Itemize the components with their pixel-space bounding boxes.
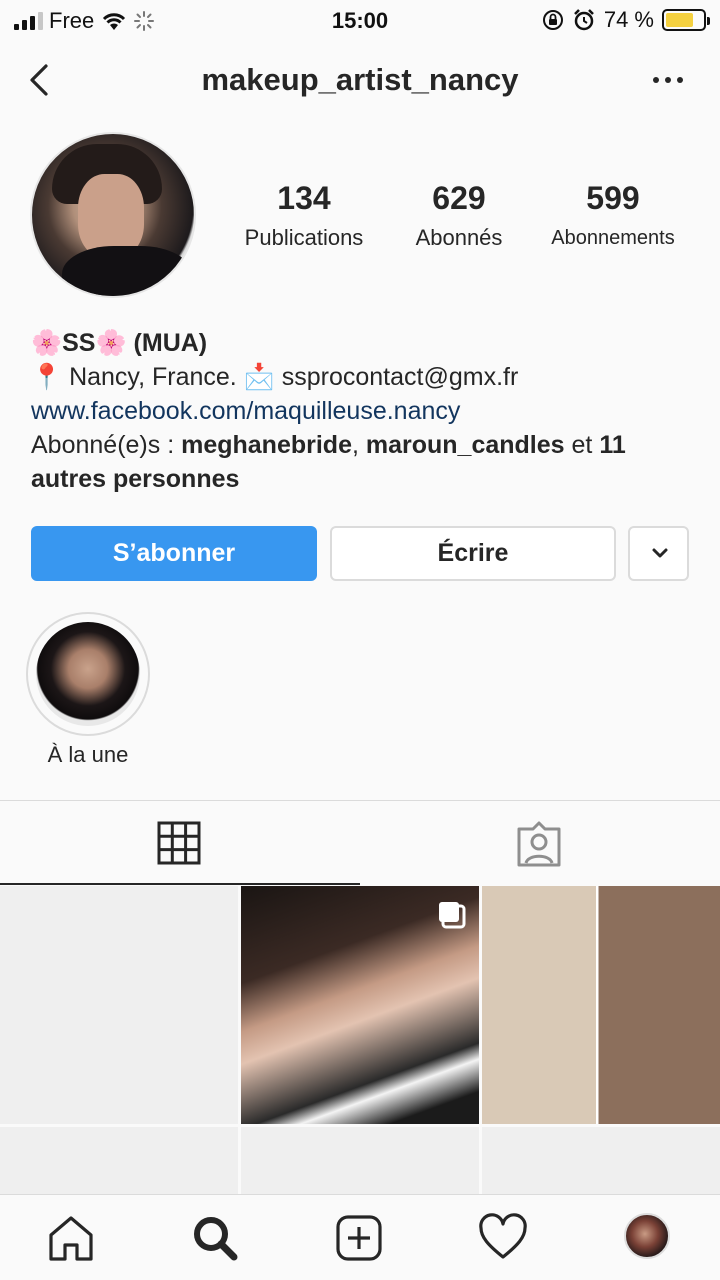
- followed-by-user: meghanebride: [181, 431, 352, 459]
- stat-label: Publications: [244, 225, 364, 250]
- nav-activity[interactable]: [478, 1213, 528, 1263]
- profile-header: makeup_artist_nancy: [0, 50, 720, 114]
- stat-following[interactable]: 599 Abonnements: [538, 180, 688, 250]
- alarm-icon: [573, 9, 594, 31]
- followed-by-separator: ,: [351, 431, 366, 459]
- heart-icon: [479, 1213, 527, 1259]
- new-post-icon: [336, 1215, 382, 1261]
- highlight-cover: [36, 622, 140, 726]
- battery-percent: 74 %: [603, 7, 654, 32]
- profile-bio: 🌸SS🌸 (MUA) 📍 Nancy, France. 📩 ssproconta…: [31, 326, 691, 496]
- stat-value: 134: [277, 180, 331, 216]
- grid-icon: [157, 821, 201, 865]
- followed-by-user: maroun_candles: [365, 431, 565, 459]
- stat-followers[interactable]: 629 Abonnés: [392, 180, 526, 251]
- followed-by-and: et: [564, 431, 600, 459]
- battery-fill: [666, 13, 693, 27]
- more-options-button[interactable]: [648, 62, 688, 98]
- stat-value: 629: [432, 180, 486, 216]
- suggestions-dropdown-button[interactable]: [628, 526, 689, 581]
- bio-location-line: 📍 Nancy, France. 📩 ssprocontact@gmx.fr: [31, 363, 519, 391]
- nav-search[interactable]: [190, 1213, 240, 1263]
- story-highlight[interactable]: [26, 612, 150, 736]
- search-icon: [194, 1217, 238, 1261]
- profile-display-name: 🌸SS🌸 (MUA): [31, 329, 208, 357]
- profile-username: makeup_artist_nancy: [201, 62, 519, 97]
- follow-button[interactable]: S’abonner: [31, 526, 317, 581]
- carousel-icon: [439, 902, 466, 929]
- message-button[interactable]: Écrire: [330, 526, 616, 581]
- post-thumbnail[interactable]: [482, 886, 720, 1124]
- nav-home[interactable]: [46, 1213, 96, 1263]
- post-thumbnail[interactable]: [0, 886, 238, 1124]
- nav-new-post[interactable]: [334, 1213, 384, 1263]
- followed-by-prefix: Abonné(e)s :: [31, 431, 182, 459]
- stat-value: 599: [586, 180, 640, 216]
- bottom-navigation: [0, 1194, 720, 1280]
- post-thumbnail[interactable]: [0, 1127, 238, 1194]
- post-thumbnail[interactable]: [241, 886, 479, 1124]
- bio-website-link[interactable]: www.facebook.com/maquilleuse.nancy: [31, 394, 691, 428]
- more-dots-icon: [653, 77, 683, 83]
- followed-by-line[interactable]: Abonné(e)s : meghanebride, maroun_candle…: [31, 428, 691, 496]
- battery-icon: [662, 9, 710, 31]
- stat-label: Abonnés: [415, 225, 503, 250]
- profile-tabs: [0, 800, 720, 886]
- home-icon: [49, 1216, 93, 1261]
- status-bar: Free 15:00 74 %: [0, 0, 720, 40]
- profile-stats: 134 Publications 629 Abonnés 599 Abonnem…: [226, 180, 696, 260]
- orientation-lock-icon: [542, 10, 563, 30]
- tab-grid[interactable]: [0, 801, 360, 885]
- post-thumbnail[interactable]: [482, 1127, 720, 1194]
- stat-label: Abonnements: [551, 227, 675, 249]
- chevron-down-icon: [652, 548, 668, 558]
- tab-tagged[interactable]: [360, 801, 720, 885]
- posts-grid: [0, 886, 720, 1194]
- status-right: 74 %: [542, 7, 710, 33]
- profile-avatar[interactable]: [30, 132, 196, 298]
- nav-profile-avatar[interactable]: [624, 1213, 670, 1259]
- post-thumbnail[interactable]: [241, 1127, 479, 1194]
- stat-publications[interactable]: 134 Publications: [226, 180, 382, 251]
- tagged-icon: [517, 821, 561, 867]
- highlight-label: À la une: [47, 742, 129, 767]
